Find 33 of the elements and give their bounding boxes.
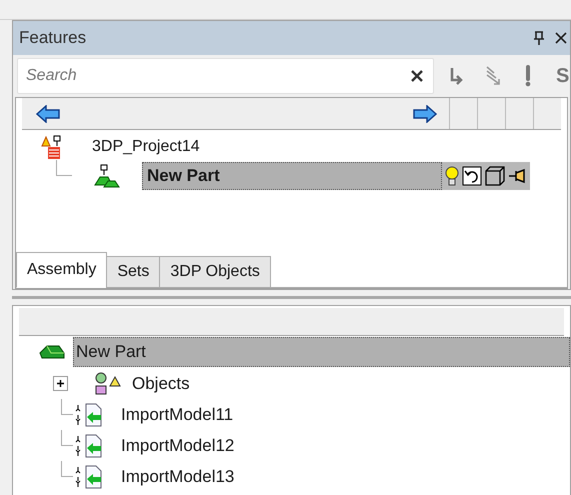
toolbar-button[interactable]: S xyxy=(556,61,570,91)
forward-arrow-icon[interactable] xyxy=(413,104,437,122)
tab[interactable]: Assembly xyxy=(16,252,108,288)
tree-item[interactable]: ImportModel13 xyxy=(121,464,234,490)
clear-icon[interactable] xyxy=(410,69,424,83)
undo-icon[interactable] xyxy=(462,166,482,186)
light-bulb-icon[interactable] xyxy=(444,165,460,187)
tab[interactable]: Sets xyxy=(106,256,160,288)
search-field[interactable]: Search xyxy=(17,58,434,94)
tree-item[interactable]: New Part xyxy=(142,162,442,190)
panel-title: Features xyxy=(19,27,86,50)
tree-item[interactable]: 3DP_Project14 xyxy=(92,135,200,159)
tree-item[interactable]: ImportModel12 xyxy=(121,432,234,458)
tree-item[interactable]: ImportModel11 xyxy=(121,402,234,428)
step-arrow-icon[interactable] xyxy=(448,66,464,86)
tree-connector xyxy=(61,460,73,476)
back-arrow-icon[interactable] xyxy=(36,104,60,122)
tree-item[interactable]: Objects xyxy=(132,370,190,396)
tab[interactable]: 3DP Objects xyxy=(159,256,271,288)
cube-icon[interactable] xyxy=(484,165,506,187)
part-icon xyxy=(39,343,65,361)
close-icon[interactable] xyxy=(554,31,568,45)
plus-icon xyxy=(56,379,65,388)
pin-icon[interactable] xyxy=(532,30,546,46)
tree-item[interactable]: New Part xyxy=(73,337,570,367)
part-icon xyxy=(92,163,120,189)
tree-connector xyxy=(61,398,73,414)
pin-icon[interactable] xyxy=(508,166,528,186)
tree-connector xyxy=(61,430,73,446)
objects-icon xyxy=(94,372,122,396)
expand-toggle[interactable] xyxy=(53,376,68,391)
tree-connector xyxy=(56,160,72,176)
exclamation-icon[interactable] xyxy=(524,65,532,87)
